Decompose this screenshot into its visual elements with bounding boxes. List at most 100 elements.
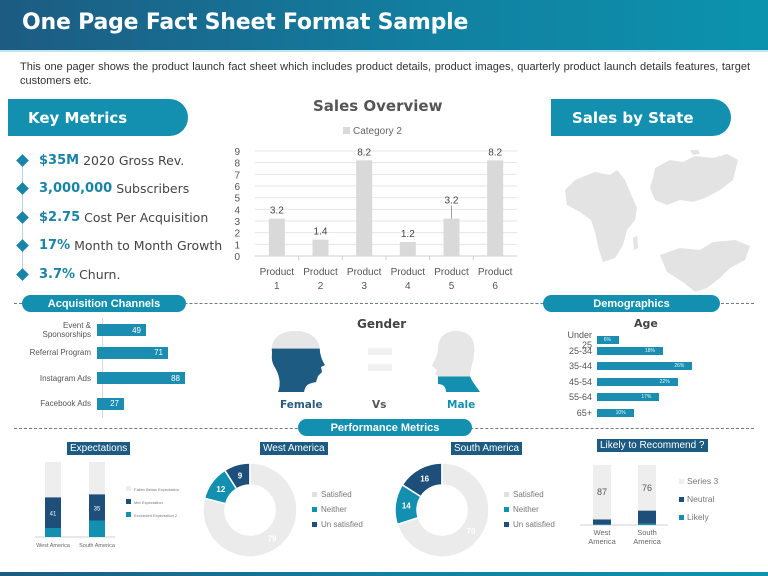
equals-bar-icon [368, 364, 392, 371]
metric-item: 3,000,000 Subscribers [14, 175, 224, 204]
legend-swatch [126, 486, 131, 491]
sales-by-state-title: Sales by State [572, 108, 694, 127]
metric-item: $2.75 Cost Per Acquisition [14, 203, 224, 232]
legend-label: Exceeded Expectation 2 [134, 513, 178, 518]
metric-item: $35M 2020 Gross Rev. [14, 146, 224, 175]
west-america-legend: Satisfied Neither Un satisfied [312, 490, 382, 540]
vs-label: Vs [372, 399, 387, 411]
south-america-title: South America [451, 442, 523, 455]
data-label: 41 [50, 512, 57, 518]
male-label: Male [447, 399, 476, 411]
legend-item: Satisfied [312, 490, 352, 499]
expectations-title: Expectations [67, 442, 131, 455]
metric-value: $2.75 [39, 209, 81, 225]
metric-label: Month to Month Growth [74, 238, 223, 254]
age-label: 55-64 [568, 392, 592, 402]
bar [268, 218, 285, 256]
metric-label: Churn. [79, 266, 121, 282]
x-tick-label: South [637, 528, 657, 537]
legend-item: Satisfied [504, 490, 544, 499]
legend-swatch [312, 492, 317, 497]
age-bar: 17% [597, 393, 660, 401]
demographics-header: Demographics [543, 295, 720, 312]
acquisition-channels-title: Acquisition Channels [47, 297, 161, 310]
age-label: 65+ [576, 407, 592, 418]
metric-value: $35M [39, 152, 80, 168]
metric-value: 3,000,000 [39, 181, 113, 197]
channel-label-line: Facebook Ads [40, 399, 91, 408]
age-label: 25-34 [568, 345, 592, 356]
header-banner: One Page Fact Sheet Format Sample [0, 0, 768, 50]
x-tick-label: 3 [361, 281, 367, 292]
legend-swatch [343, 127, 350, 134]
legend-label: Un satisfied [321, 520, 363, 529]
demographics-title: Demographics [593, 297, 670, 310]
south-america-donut: 14 16 70 [394, 462, 490, 558]
gender-title: Gender [357, 317, 407, 331]
legend-item: Neither [312, 505, 347, 514]
stacked-segment [638, 510, 656, 524]
age-bar: 18% [597, 346, 663, 355]
data-label: 8.2 [357, 147, 371, 158]
y-tick-label: 0 [234, 252, 240, 263]
x-tick-label: Product [391, 267, 426, 278]
stacked-segment [89, 462, 105, 495]
data-label: 1.2 [401, 229, 415, 240]
y-tick-label: 4 [234, 205, 240, 216]
x-tick-label: Product [478, 267, 513, 278]
data-label: 16 [420, 474, 429, 483]
legend-label: Fallen Below Expectation [134, 487, 179, 492]
age-row: 25-34 18% [555, 346, 663, 356]
key-metrics-header: Key Metrics [8, 99, 188, 136]
data-label: 3.2 [270, 206, 284, 217]
metric-label: 2020 Gross Rev. [83, 152, 185, 168]
equals-bar-icon [368, 348, 392, 355]
age-bar: 26% [597, 362, 693, 370]
channel-label: Instagram Ads [0, 374, 97, 383]
legend-swatch [504, 492, 509, 497]
age-row: 55-64 17% [555, 392, 660, 402]
legend-label: Neutral [687, 494, 715, 504]
age-label: 35-44 [568, 361, 592, 371]
metric-item: 17% Month to Month Growth [14, 232, 224, 261]
diamond-bullet-icon [16, 182, 29, 196]
data-label: 87 [597, 487, 607, 497]
africa-shape [565, 170, 637, 262]
age-chart: Under 25 6% 25-34 18% 35-44 26% 45-54 22% 55-64 1… [555, 330, 755, 422]
sales-by-state-header: Sales by State [551, 99, 731, 136]
metric-item: 3.7% Churn. [14, 260, 224, 289]
x-tick-label: Product [260, 267, 295, 278]
x-tick-label: 5 [449, 281, 455, 292]
key-metrics-list: $35M 2020 Gross Rev. 3,000,000 Subscribers… [14, 146, 224, 289]
channel-label: Referral Program [0, 348, 97, 357]
channel-label-line: Instagram Ads [39, 373, 91, 383]
data-label: 9 [238, 471, 243, 480]
diamond-bullet-icon [16, 153, 29, 167]
channel-bar: 88 [97, 372, 185, 384]
south-america-legend: Satisfied Neither Un satisfied [504, 490, 574, 540]
data-label: 76 [642, 483, 652, 493]
legend-swatch [126, 512, 131, 517]
diamond-bullet-icon [16, 239, 29, 253]
acquisition-channel-row: Facebook Ads 27 [0, 397, 124, 410]
diamond-bullet-icon [16, 210, 29, 224]
data-label: 35 [94, 506, 101, 512]
acquisition-channels-chart: Event & Sponsorships 49 Referral Program 71 I… [0, 318, 230, 418]
y-tick-label: 9 [234, 147, 240, 158]
x-tick-label: Product [434, 267, 469, 278]
metric-value: 17% [39, 238, 71, 254]
y-tick-label: 3 [234, 217, 240, 228]
legend-item: Neither [504, 505, 539, 514]
bar [443, 218, 460, 256]
y-tick-label: 2 [234, 229, 240, 240]
legend-swatch [679, 515, 684, 520]
metric-value: 3.7% [39, 266, 76, 282]
likely-to-recommend-title: Likely to Recommend ? [597, 439, 708, 452]
bar [399, 242, 416, 256]
channel-label: Event & Sponsorships [0, 321, 97, 339]
y-tick-label: 7 [234, 170, 240, 181]
west-america-donut: 12 9 79 [202, 462, 298, 558]
legend-label: Category 2 [353, 126, 402, 137]
data-label: 12 [216, 485, 225, 494]
channel-bar: 71 [97, 346, 168, 359]
